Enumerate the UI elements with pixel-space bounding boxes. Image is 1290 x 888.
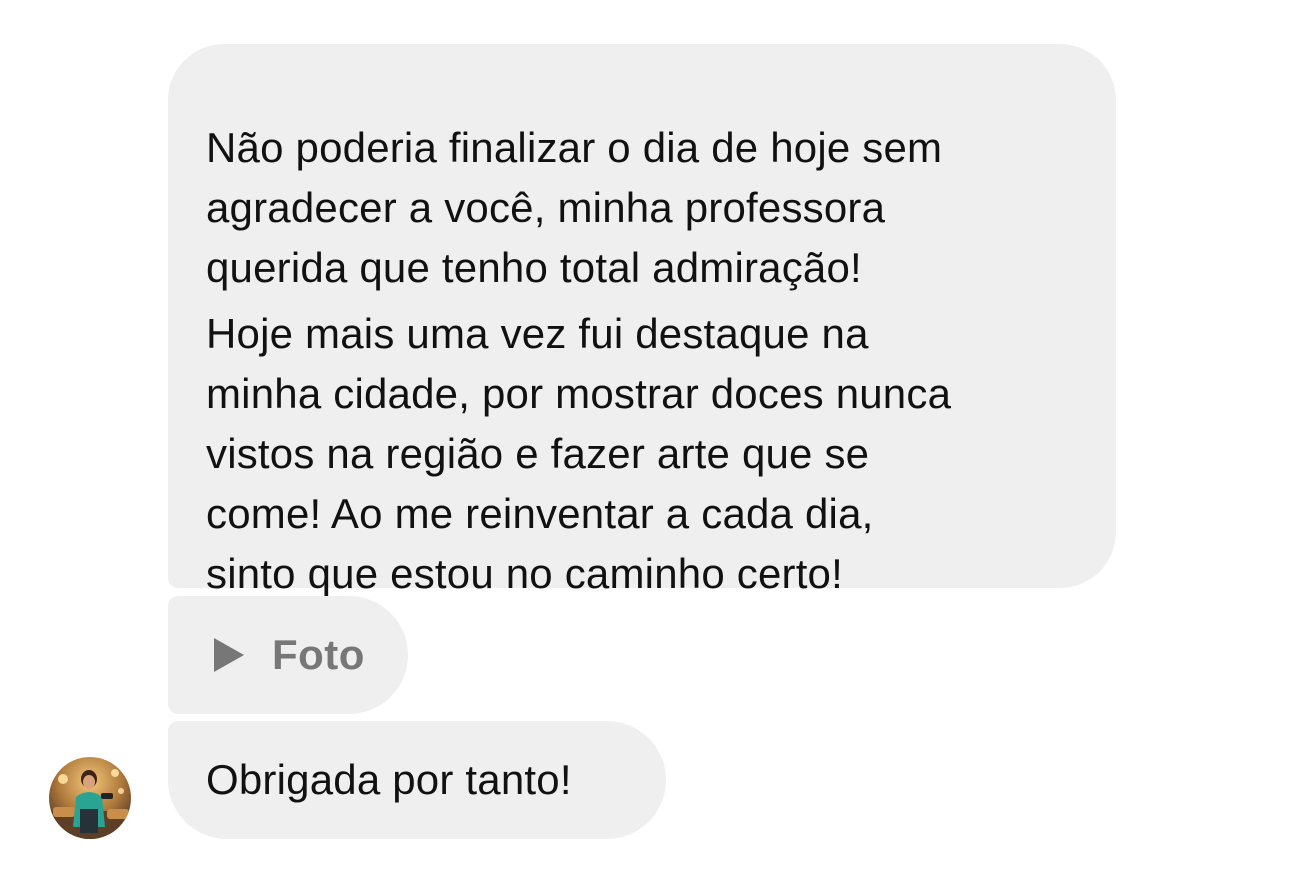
avatar-photo-icon	[49, 757, 131, 839]
message-paragraph: Não poderia finalizar o dia de hoje sem …	[206, 124, 943, 291]
play-icon	[214, 638, 244, 672]
message-paragraph: Hoje mais uma vez fui destaque na minha …	[206, 310, 952, 597]
message-text: Obrigada por tanto!	[206, 756, 572, 803]
chat-thread: Não poderia finalizar o dia de hoje sem …	[0, 0, 1290, 888]
message-bubble[interactable]: Não poderia finalizar o dia de hoje sem …	[168, 44, 1116, 597]
photo-label: Foto	[272, 631, 365, 678]
photo-attachment-bubble[interactable]: Foto	[168, 596, 408, 714]
avatar[interactable]	[49, 757, 131, 839]
message-bubble[interactable]: Obrigada por tanto!	[168, 721, 666, 839]
